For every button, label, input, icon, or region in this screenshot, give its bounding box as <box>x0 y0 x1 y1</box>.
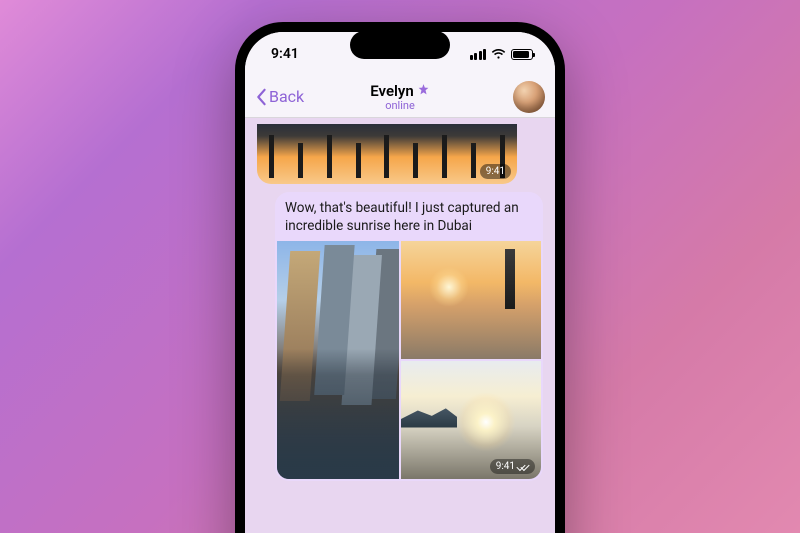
chat-header: Back Evelyn online <box>245 76 555 118</box>
back-button[interactable]: Back <box>255 87 304 106</box>
photo-lighthouse-sunset[interactable] <box>401 241 541 359</box>
phone-frame: 9:41 Back Evelyn online <box>235 22 565 533</box>
photo-beach-sunset[interactable]: 9:41 <box>401 361 541 479</box>
incoming-photo-message[interactable]: 9:41 <box>257 124 517 184</box>
cellular-signal-icon <box>470 49 487 60</box>
message-text: Wow, that's beautiful! I just captured a… <box>275 192 543 241</box>
battery-icon <box>511 49 533 60</box>
chat-scroll-area[interactable]: 9:41 Wow, that's beautiful! I just captu… <box>245 118 555 533</box>
message-timestamp: 9:41 <box>490 459 535 474</box>
status-indicators <box>470 49 534 60</box>
chat-title: Evelyn <box>370 82 413 100</box>
media-album: 9:41 <box>275 241 543 481</box>
status-time: 9:41 <box>271 46 299 62</box>
outgoing-message-bubble[interactable]: Wow, that's beautiful! I just captured a… <box>275 192 543 481</box>
photo-city-skyscrapers[interactable] <box>277 241 399 479</box>
screen: 9:41 Back Evelyn online <box>245 32 555 533</box>
back-label: Back <box>269 87 304 106</box>
read-checks-icon <box>517 463 529 471</box>
dynamic-island <box>350 31 450 59</box>
photo-pier-sunset <box>257 124 517 184</box>
chevron-left-icon <box>255 88 267 106</box>
premium-star-icon <box>417 82 430 100</box>
message-timestamp: 9:41 <box>480 164 511 179</box>
wifi-icon <box>491 49 506 60</box>
avatar[interactable] <box>513 81 545 113</box>
